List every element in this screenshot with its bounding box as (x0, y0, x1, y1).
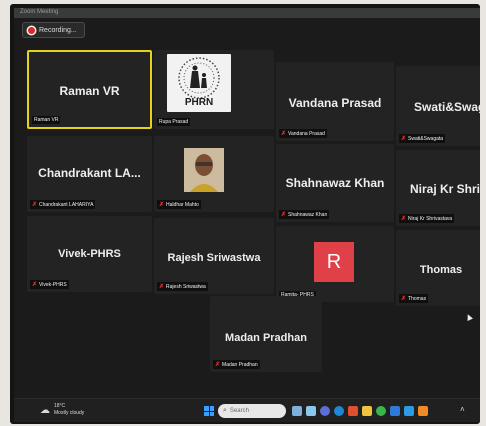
chat-icon[interactable] (320, 406, 330, 416)
participant-name: Raman VR (59, 84, 120, 98)
participant-nametag: Raman VR (32, 116, 61, 124)
muted-mic-icon: ✗ (281, 131, 287, 137)
start-button-windows-icon[interactable] (204, 406, 214, 416)
participant-tile-chandrakant[interactable]: Chandrakant LA... ✗ Chandrakant LAHARIYA (27, 136, 152, 212)
edge-browser-icon[interactable] (334, 406, 344, 416)
participant-nametag: ✗ Vandana Prasad (279, 129, 327, 138)
weather-widget[interactable]: ☁ 18°C Mostly cloudy (40, 403, 84, 417)
muted-mic-icon: ✗ (401, 296, 407, 302)
file-explorer-icon[interactable] (362, 406, 372, 416)
nametag-label: Thomas (408, 295, 427, 302)
muted-mic-icon: ✗ (215, 362, 221, 368)
participant-name: Vivek-PHRS (58, 248, 121, 260)
participant-tile-thomas[interactable]: Thomas ✗ Thomas (396, 230, 480, 306)
nametag-label: Swati&Swagata (408, 135, 444, 142)
widgets-icon[interactable] (306, 406, 316, 416)
nametag-label: Haldhar Mahto (166, 201, 199, 208)
participant-nametag: ✗ Rajesh Sriwastwa (157, 282, 208, 291)
participant-name: Shahnawaz Khan (285, 176, 385, 190)
search-icon: ⌕ (223, 407, 227, 414)
nametag-label: Rajesh Sriwastwa (166, 283, 206, 290)
zoom-screen: Zoom Meeting Recording... Raman VR Raman… (14, 8, 480, 422)
muted-mic-icon: ✗ (401, 216, 407, 222)
cloud-icon: ☁ (40, 404, 50, 416)
mail-icon[interactable] (404, 406, 414, 416)
weather-desc: Mostly cloudy (54, 410, 85, 416)
participant-tile-shahnawaz[interactable]: Shahnawaz Khan ✗ Shahnawaz Khan (276, 144, 394, 222)
recording-indicator[interactable]: Recording... (22, 22, 85, 38)
participant-photo (184, 148, 224, 192)
participant-tile-haldhar[interactable]: ✗ Haldhar Mahto (154, 136, 274, 212)
participant-tile-vandana[interactable]: Vandana Prasad ✗ Vandana Prasad (276, 62, 394, 141)
nametag-label: Vivek-PHRS (39, 281, 67, 288)
title-bar: Zoom Meeting (14, 8, 480, 18)
participant-nametag: Rupa Prasad (157, 118, 191, 126)
participant-nametag: ✗ Niraj Kr Shrivastava (399, 214, 455, 223)
taskview-icon[interactable] (292, 406, 302, 416)
chrome-icon[interactable] (376, 406, 386, 416)
muted-mic-icon: ✗ (32, 282, 38, 288)
participant-name: Swati&Swagata (414, 100, 480, 114)
participant-tile-vivek[interactable]: Vivek-PHRS ✗ Vivek-PHRS (27, 216, 152, 292)
muted-mic-icon: ✗ (159, 202, 165, 208)
participant-name: Vandana Prasad (288, 96, 382, 110)
participant-nametag: ✗ Madan Pradhan (213, 360, 260, 369)
participant-name: Niraj Kr Shrivast... (410, 182, 480, 196)
participant-tile-niraj[interactable]: Niraj Kr Shrivast... ✗ Niraj Kr Shrivast… (396, 150, 480, 226)
muted-mic-icon: ✗ (401, 136, 407, 142)
participant-nametag: ✗ Vivek-PHRS (30, 280, 69, 289)
muted-mic-icon: ✗ (159, 284, 165, 290)
participant-nametag: ✗ Haldhar Mahto (157, 200, 201, 209)
logo-text: PHRN (184, 97, 214, 108)
participant-tile-rupa[interactable]: PHRN Rupa Prasad (154, 50, 274, 129)
record-icon (28, 26, 35, 34)
participant-tile-madan[interactable]: Madan Pradhan ✗ Madan Pradhan (210, 296, 322, 372)
office-icon[interactable] (348, 406, 358, 416)
weather-temp: 18°C (54, 403, 66, 409)
participant-name: Rajesh Sriwastwa (167, 252, 261, 264)
participant-name: Chandrakant LA... (38, 166, 141, 180)
nametag-label: Rupa Prasad (159, 119, 189, 125)
participant-name: Thomas (419, 264, 463, 276)
participant-avatar: R (314, 242, 354, 282)
participant-tile-raman[interactable]: Raman VR Raman VR (27, 50, 152, 129)
participant-tile-ramita[interactable]: R Ramita- PHRS (276, 226, 394, 302)
recording-label: Recording... (39, 26, 77, 34)
participant-nametag: ✗ Thomas (399, 294, 429, 303)
phrn-logo: PHRN (167, 54, 231, 112)
weather-text: 18°C Mostly cloudy (54, 403, 84, 417)
muted-mic-icon: ✗ (281, 212, 287, 218)
participant-nametag: ✗ Chandrakant LAHARIYA (30, 200, 96, 209)
participant-tile-swati[interactable]: Swati&Swagata ✗ Swati&Swagata (396, 66, 480, 146)
participant-name: Madan Pradhan (225, 332, 307, 344)
zoom-app-icon[interactable] (418, 406, 428, 416)
person-photo-icon (184, 148, 224, 192)
muted-mic-icon: ✗ (32, 202, 38, 208)
search-placeholder: Search (229, 408, 249, 414)
nametag-label: Vandana Prasad (288, 130, 325, 137)
tray-chevron-icon[interactable]: ˄ (460, 405, 465, 414)
nametag-label: Chandrakant LAHARIYA (39, 201, 94, 208)
app-title: Zoom Meeting (20, 9, 59, 15)
taskbar-search[interactable]: ⌕ Search (218, 404, 286, 418)
store-icon[interactable] (390, 406, 400, 416)
participant-nametag: ✗ Swati&Swagata (399, 134, 446, 143)
nametag-label: Niraj Kr Shrivastava (408, 215, 453, 222)
windows-taskbar: ☁ 18°C Mostly cloudy ⌕ Search ˄ (14, 398, 480, 422)
nametag-label: Madan Pradhan (222, 361, 258, 368)
participant-nametag: ✗ Shahnawaz Khan (279, 210, 330, 219)
mouse-cursor-icon (465, 313, 473, 321)
nametag-label: Shahnawaz Khan (288, 211, 328, 218)
nametag-label: Raman VR (34, 117, 59, 123)
participant-tile-rajesh[interactable]: Rajesh Sriwastwa ✗ Rajesh Sriwastwa (154, 218, 274, 294)
